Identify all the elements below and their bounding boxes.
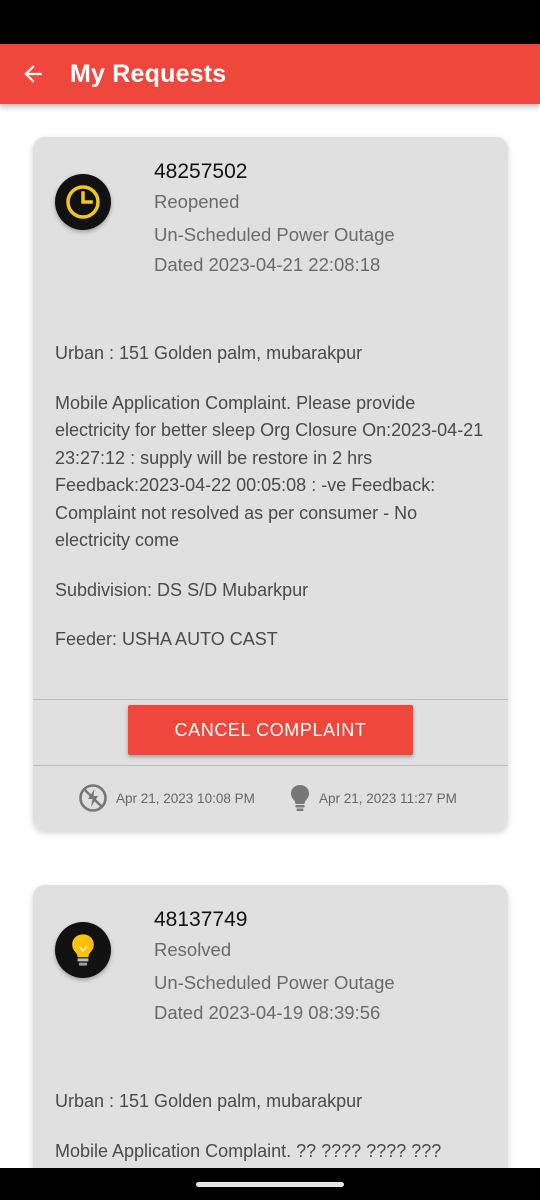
request-date: Dated 2023-04-21 22:08:18 <box>154 254 381 275</box>
request-id: 48137749 <box>154 908 248 931</box>
divider <box>33 699 508 700</box>
power-outage-icon <box>79 784 107 812</box>
cancel-complaint-button[interactable]: CANCEL COMPLAINT <box>128 705 413 755</box>
request-status: Reopened <box>154 191 240 212</box>
divider <box>33 765 508 766</box>
request-address: Urban : 151 Golden palm, mubarakpur <box>55 343 363 363</box>
request-status: Resolved <box>154 939 232 960</box>
arrow-back-icon <box>24 65 42 83</box>
request-id: 48257502 <box>154 160 248 183</box>
restored-time-item: Apr 21, 2023 11:27 PM <box>289 779 457 817</box>
home-gesture-handle[interactable] <box>196 1182 344 1187</box>
status-bar <box>0 0 540 44</box>
request-description: Mobile Application Complaint. ?? ???? ??… <box>55 1140 442 1161</box>
restored-time: Apr 21, 2023 11:27 PM <box>319 790 457 806</box>
request-type: Un-Scheduled Power Outage <box>154 972 395 993</box>
navigation-bar <box>0 1168 540 1200</box>
request-card: 48257502 Reopened Un-Scheduled Power Out… <box>33 137 508 831</box>
request-type: Un-Scheduled Power Outage <box>154 224 395 245</box>
outage-time-item: Apr 21, 2023 10:08 PM <box>78 779 255 817</box>
lightbulb-icon <box>291 785 309 811</box>
request-card: 48137749 Resolved Un-Scheduled Power Out… <box>33 885 508 1168</box>
clock-icon <box>66 185 100 219</box>
back-button[interactable] <box>16 57 50 91</box>
requests-list[interactable]: 48257502 Reopened Un-Scheduled Power Out… <box>0 104 540 1168</box>
status-icon-wrapper <box>55 174 111 230</box>
outage-time: Apr 21, 2023 10:08 PM <box>116 790 255 806</box>
card-footer: Apr 21, 2023 10:08 PM Apr 21, 2023 11:27… <box>33 779 508 817</box>
request-subdivision: Subdivision: DS S/D Mubarkpur <box>55 579 309 600</box>
request-description: Mobile Application Complaint. Please pro… <box>55 392 484 551</box>
page-title: My Requests <box>70 59 227 88</box>
lightbulb-icon <box>72 934 94 966</box>
request-date: Dated 2023-04-19 08:39:56 <box>154 1002 381 1023</box>
request-feeder: Feeder: USHA AUTO CAST <box>55 629 278 649</box>
request-address: Urban : 151 Golden palm, mubarakpur <box>55 1091 363 1111</box>
status-icon-wrapper <box>55 922 111 978</box>
app-bar: My Requests <box>0 44 540 104</box>
